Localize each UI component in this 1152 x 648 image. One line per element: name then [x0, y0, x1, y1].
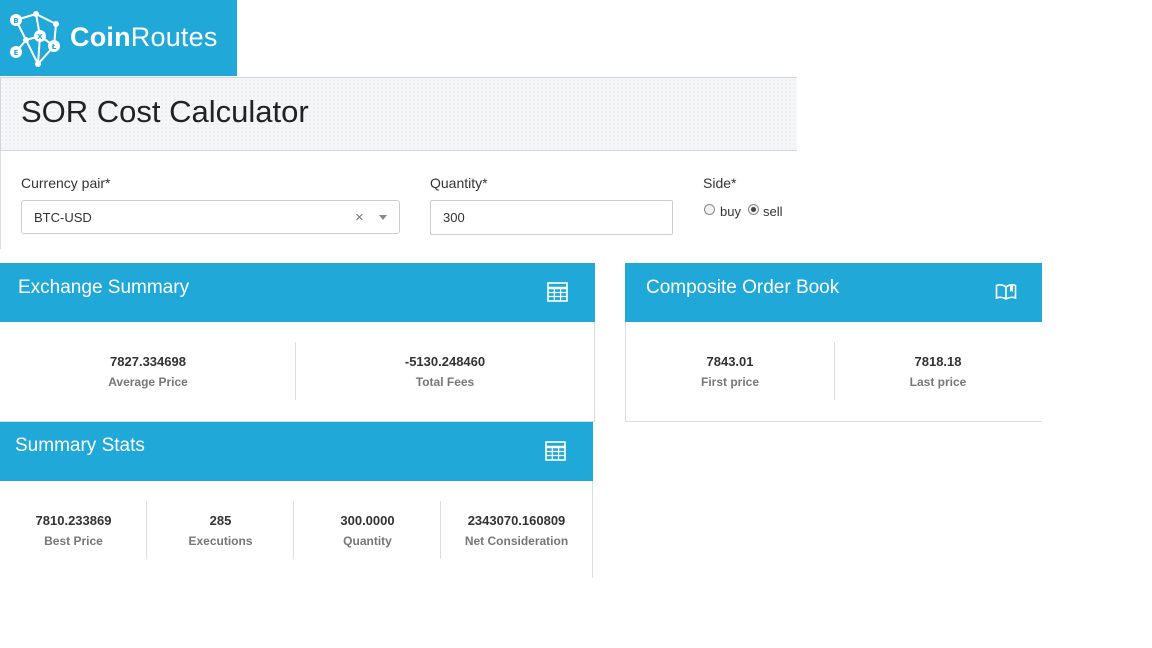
net-consideration-label: Net Consideration — [464, 534, 569, 548]
first-price-stat: 7843.01 First price — [626, 354, 834, 389]
chevron-down-icon[interactable] — [379, 215, 387, 220]
quantity-input[interactable] — [430, 200, 673, 235]
clear-icon[interactable]: × — [355, 209, 364, 226]
network-logo-icon: B X Ł E — [10, 11, 60, 67]
composite-order-book-title: Composite Order Book — [646, 277, 840, 298]
svg-text:Ł: Ł — [51, 43, 57, 51]
table-icon[interactable] — [547, 282, 568, 302]
first-price-value: 7843.01 — [706, 354, 754, 369]
average-price-stat: 7827.334698 Average Price — [0, 354, 296, 389]
composite-order-book-body: 7843.01 First price 7818.18 Last price — [625, 322, 1042, 422]
book-icon[interactable] — [995, 283, 1017, 301]
currency-pair-value: BTC-USD — [34, 210, 92, 225]
net-consideration-stat: 2343070.160809 Net Consideration — [441, 513, 592, 548]
title-band: SOR Cost Calculator — [0, 77, 797, 151]
side-sell-radio[interactable] — [748, 204, 759, 215]
brand-name: CoinRoutes — [70, 22, 218, 52]
best-price-label: Best Price — [44, 534, 103, 548]
best-price-value: 7810.233869 — [35, 513, 112, 528]
average-price-value: 7827.334698 — [110, 354, 186, 369]
summary-stats-body: 7810.233869 Best Price 285 Executions 30… — [0, 481, 593, 578]
side-buy-label[interactable]: buy — [720, 204, 741, 219]
currency-pair-label: Currency pair* — [21, 175, 111, 191]
net-consideration-value: 2343070.160809 — [467, 513, 566, 528]
last-price-value: 7818.18 — [914, 354, 962, 369]
first-price-label: First price — [700, 375, 760, 389]
side-label: Side* — [703, 175, 737, 191]
coinroutes-logo[interactable]: B X Ł E CoinRoutes — [0, 0, 237, 76]
summary-stats-header: Summary Stats — [0, 422, 593, 481]
quantity-stat: 300.0000 Quantity — [294, 513, 441, 548]
exchange-summary-header: Exchange Summary — [0, 263, 595, 322]
currency-pair-select[interactable]: BTC-USD × — [21, 200, 400, 234]
quantity-value: 300.0000 — [340, 513, 395, 528]
svg-text:X: X — [37, 33, 43, 41]
svg-text:B: B — [13, 17, 18, 25]
executions-value: 285 — [209, 513, 232, 528]
exchange-summary-body: 7827.334698 Average Price -5130.248460 T… — [0, 322, 595, 422]
composite-order-book-header: Composite Order Book — [625, 263, 1042, 322]
total-fees-label: Total Fees — [415, 375, 475, 389]
quantity-label: Quantity* — [430, 175, 488, 191]
total-fees-value: -5130.248460 — [404, 354, 486, 369]
table-icon[interactable] — [545, 441, 566, 461]
side-sell-label[interactable]: sell — [763, 204, 783, 219]
total-fees-stat: -5130.248460 Total Fees — [296, 354, 594, 389]
svg-text:E: E — [14, 49, 19, 57]
last-price-stat: 7818.18 Last price — [835, 354, 1041, 389]
summary-stats-title: Summary Stats — [15, 435, 145, 456]
executions-label: Executions — [188, 534, 253, 548]
best-price-stat: 7810.233869 Best Price — [0, 513, 147, 548]
exchange-summary-title: Exchange Summary — [18, 277, 190, 298]
form-divider — [0, 151, 1, 249]
executions-stat: 285 Executions — [147, 513, 294, 548]
quantity-stat-label: Quantity — [343, 534, 392, 548]
last-price-label: Last price — [909, 375, 967, 389]
side-buy-radio[interactable] — [704, 204, 715, 215]
page-title: SOR Cost Calculator — [21, 94, 309, 129]
average-price-label: Average Price — [108, 375, 188, 389]
